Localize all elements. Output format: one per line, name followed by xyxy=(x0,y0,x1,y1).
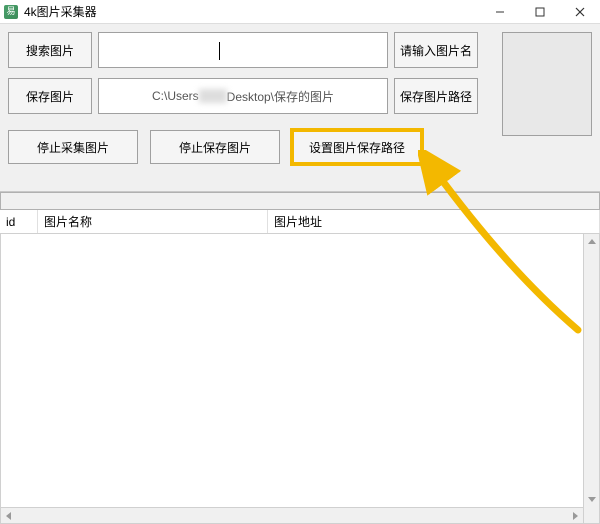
text-caret xyxy=(219,42,220,60)
col-id[interactable]: id xyxy=(0,210,38,233)
input-name-button[interactable]: 请输入图片名 xyxy=(394,32,478,68)
window-controls xyxy=(480,0,600,24)
search-button[interactable]: 搜索图片 xyxy=(8,32,92,68)
close-button[interactable] xyxy=(560,0,600,24)
save-path-button[interactable]: 保存图片路径 xyxy=(394,78,478,114)
window-title: 4k图片采集器 xyxy=(24,3,97,20)
divider-bar xyxy=(0,192,600,210)
minimize-icon xyxy=(495,7,505,17)
stop-save-button[interactable]: 停止保存图片 xyxy=(150,130,280,164)
app-icon: 易 xyxy=(4,5,18,19)
save-path-display: C:\UsersxxxxDesktop\保存的图片 xyxy=(98,78,388,114)
results-table: id 图片名称 图片地址 xyxy=(0,210,600,524)
stop-collect-button[interactable]: 停止采集图片 xyxy=(8,130,138,164)
save-path-suffix: Desktop\保存的图片 xyxy=(227,88,334,105)
toolbar: 搜索图片 请输入图片名 保存图片 C:\UsersxxxxDesktop\保存的… xyxy=(0,24,600,192)
table-header: id 图片名称 图片地址 xyxy=(0,210,600,234)
save-path-prefix: C:\Users xyxy=(152,89,199,103)
window-titlebar: 易 4k图片采集器 xyxy=(0,0,600,24)
table-body xyxy=(0,234,600,524)
horizontal-scrollbar[interactable] xyxy=(1,507,583,523)
preview-box xyxy=(502,32,592,136)
save-path-blur: xxxx xyxy=(199,89,227,103)
close-icon xyxy=(575,7,585,17)
minimize-button[interactable] xyxy=(480,0,520,24)
search-input[interactable] xyxy=(98,32,388,68)
save-button[interactable]: 保存图片 xyxy=(8,78,92,114)
col-name[interactable]: 图片名称 xyxy=(38,210,268,233)
maximize-button[interactable] xyxy=(520,0,560,24)
set-save-path-button[interactable]: 设置图片保存路径 xyxy=(292,130,422,164)
search-input-field[interactable] xyxy=(107,33,379,67)
col-url[interactable]: 图片地址 xyxy=(268,210,600,233)
maximize-icon xyxy=(535,7,545,17)
vertical-scrollbar[interactable] xyxy=(583,234,599,523)
